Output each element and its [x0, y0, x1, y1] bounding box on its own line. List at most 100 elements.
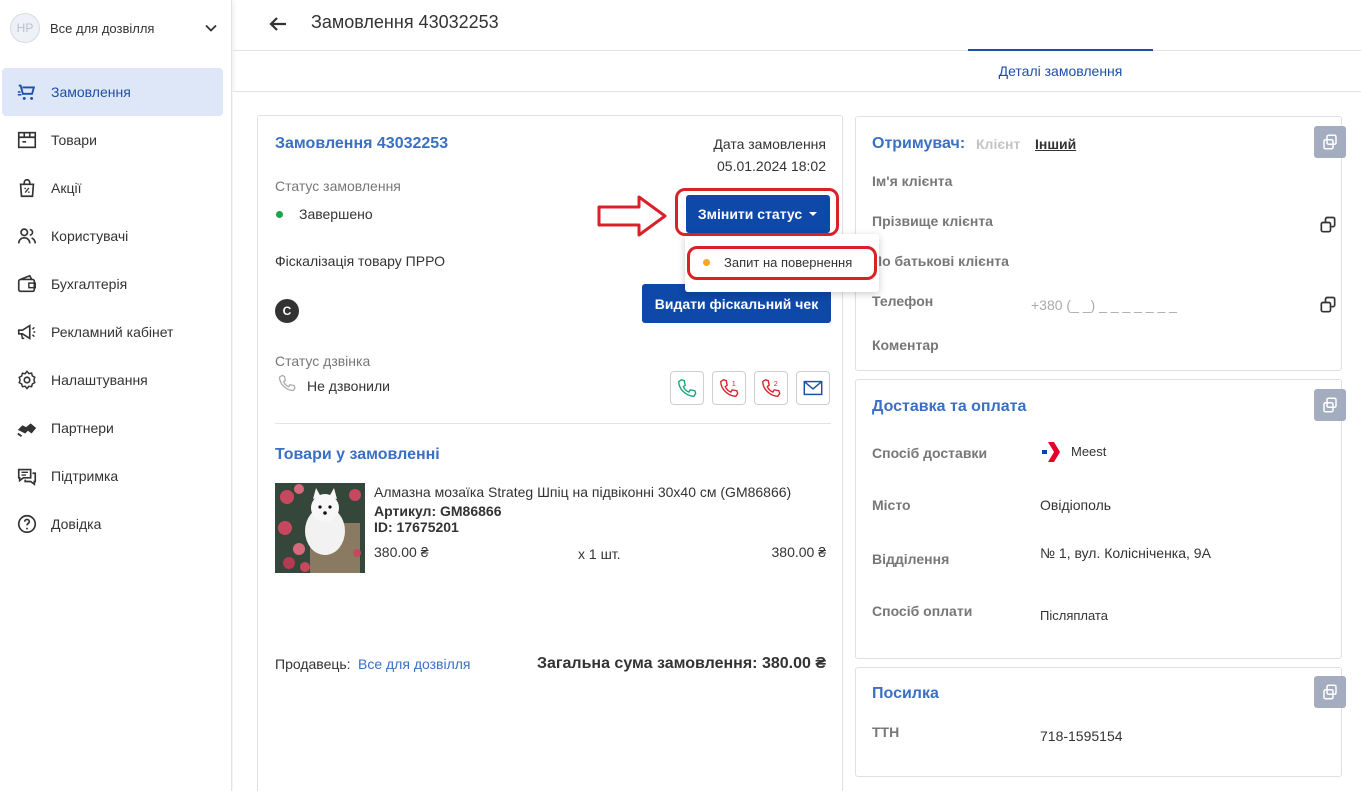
branch-value: № 1, вул. Колісніченка, 9А — [1040, 545, 1211, 561]
ttn-label: ТТН — [872, 724, 900, 740]
order-total: Загальна сума замовлення: 380.00 ₴ — [536, 655, 826, 672]
meest-logo-icon — [1042, 442, 1060, 462]
sidebar-item-support[interactable]: Підтримка — [2, 452, 223, 500]
call-status-value: Не дзвонили — [307, 378, 390, 394]
tab-order-details[interactable]: Деталі замовлення — [968, 49, 1153, 90]
phone-label: Телефон — [872, 293, 934, 309]
payment-value: Післяплата — [1040, 608, 1108, 623]
sidebar-item-users[interactable]: Користувачі — [2, 212, 223, 260]
last-name-label: Прізвище клієнта — [872, 213, 993, 229]
copy-icon — [1323, 684, 1337, 700]
sidebar-item-orders[interactable]: Замовлення — [2, 68, 223, 116]
sidebar-item-label: Акції — [51, 180, 82, 196]
handshake-icon — [17, 423, 37, 437]
cart-icon — [17, 84, 36, 100]
status-dropdown-menu: Запит на повернення — [685, 234, 879, 292]
sidebar-item-label: Підтримка — [51, 468, 119, 484]
email-button[interactable] — [796, 371, 830, 405]
sidebar-item-settings[interactable]: Налаштування — [2, 356, 223, 404]
copy-last-name-icon[interactable] — [1318, 215, 1338, 235]
status-label: Статус замовлення — [275, 178, 401, 194]
call-button[interactable] — [670, 371, 704, 405]
sidebar-item-help[interactable]: Довідка — [2, 500, 223, 548]
recipient-toggle-other[interactable]: Інший — [1035, 136, 1076, 152]
phone-missed-2-icon: 2 — [762, 378, 781, 397]
dropdown-item-return-request[interactable]: Запит на повернення — [691, 248, 871, 276]
missed-call-1-count: 1 — [732, 379, 736, 388]
product-image[interactable] — [275, 483, 365, 573]
products-title: Товари у замовленні — [275, 446, 440, 463]
phone-icon — [278, 374, 296, 392]
page-title: Замовлення 43032253 — [311, 12, 499, 32]
product-name[interactable]: Алмазна мозаїка Strateg Шпіц на підвікон… — [374, 484, 824, 500]
order-date-label: Дата замовлення — [713, 136, 826, 152]
call-status-label: Статус дзвінка — [275, 353, 371, 369]
status-dot — [276, 211, 283, 218]
first-name-label: Ім'я клієнта — [872, 173, 953, 189]
comment-label: Коментар — [872, 337, 939, 353]
sidebar-item-accounting[interactable]: Бухгалтерія — [2, 260, 223, 308]
copy-parcel-button[interactable] — [1314, 676, 1346, 708]
sale-bag-icon — [19, 178, 35, 198]
shop-name: Все для дозвілля — [50, 20, 155, 36]
parcel-title: Посилка — [872, 685, 939, 702]
gear-icon — [18, 370, 36, 390]
back-arrow-icon[interactable] — [266, 12, 290, 36]
wallet-icon — [17, 274, 36, 293]
sidebar-item-partners[interactable]: Партнери — [2, 404, 223, 452]
copy-icon — [1323, 134, 1337, 150]
change-status-label: Змінити статус — [697, 206, 803, 222]
sidebar: HP Все для дозвілля Замовлення Товари Ак… — [0, 0, 232, 791]
sidebar-item-ads[interactable]: Рекламний кабінет — [2, 308, 223, 356]
sidebar-item-label: Партнери — [51, 420, 114, 436]
city-label: Місто — [872, 497, 911, 513]
copy-delivery-button[interactable] — [1314, 389, 1346, 421]
tab-bar: Деталі замовлення — [233, 49, 1361, 92]
sidebar-item-products[interactable]: Товари — [2, 116, 223, 164]
delivery-method-label: Спосіб доставки — [872, 445, 988, 461]
shop-switcher[interactable]: HP Все для дозвілля — [0, 0, 231, 56]
sidebar-item-label: Товари — [51, 132, 97, 148]
help-icon — [17, 514, 37, 534]
chevron-down-icon[interactable] — [201, 18, 221, 38]
megaphone-icon — [17, 324, 36, 340]
missed-call-1-button[interactable]: 1 — [712, 371, 746, 405]
return-status-dot — [703, 258, 710, 266]
dropdown-item-label: Запит на повернення — [724, 254, 853, 270]
sidebar-item-label: Довідка — [51, 516, 102, 532]
status-value: Завершено — [299, 206, 373, 222]
ttn-value[interactable]: 718-1595154 — [1040, 728, 1123, 744]
copy-recipient-button[interactable] — [1314, 126, 1346, 158]
product-qty: х 1 шт. — [578, 546, 621, 562]
branch-label: Відділення — [872, 551, 950, 567]
avatar: HP — [10, 13, 40, 43]
phone-input[interactable]: +380 (_ _) _ _ _ _ _ _ _ — [1031, 297, 1177, 313]
main-content: Замовлення 43032253 Дата замовлення 05.0… — [233, 92, 1361, 791]
page-header: Замовлення 43032253 — [233, 0, 1361, 51]
seller-label: Продавець: — [275, 656, 351, 672]
copy-phone-icon[interactable] — [1318, 295, 1338, 315]
fiscal-label: Фіскалізація товару ПРРО — [275, 253, 446, 269]
change-status-button[interactable]: Змінити статус — [686, 195, 830, 233]
phone-call-icon — [678, 378, 697, 397]
recipient-card: Отримувач: Клієнт Інший Ім'я клієнта Прі… — [855, 116, 1346, 371]
parcel-card: Посилка ТТН 718-1595154 — [855, 667, 1346, 777]
caret-down-icon — [809, 212, 818, 216]
product-price: 380.00 ₴ — [374, 544, 429, 560]
sidebar-item-label: Рекламний кабінет — [51, 324, 174, 340]
seller-link[interactable]: Все для дозвілля — [358, 656, 471, 672]
sidebar-nav: Замовлення Товари Акції Користувачі Бухг… — [0, 68, 231, 548]
product-id: ID: 17675201 — [374, 519, 459, 535]
order-card: Замовлення 43032253 Дата замовлення 05.0… — [257, 115, 843, 791]
sidebar-item-promotions[interactable]: Акції — [2, 164, 223, 212]
recipient-toggle-client[interactable]: Клієнт — [976, 136, 1020, 152]
sidebar-item-label: Бухгалтерія — [51, 276, 128, 292]
sidebar-item-label: Замовлення — [51, 84, 131, 100]
missed-call-2-button[interactable]: 2 — [754, 371, 788, 405]
sidebar-item-label: Налаштування — [51, 372, 148, 388]
envelope-icon — [803, 380, 823, 396]
divider — [275, 423, 831, 424]
product-sku: Артикул: GM86866 — [374, 503, 502, 519]
fiscal-badge: С — [275, 299, 299, 323]
delivery-title: Доставка та оплата — [872, 398, 1027, 415]
